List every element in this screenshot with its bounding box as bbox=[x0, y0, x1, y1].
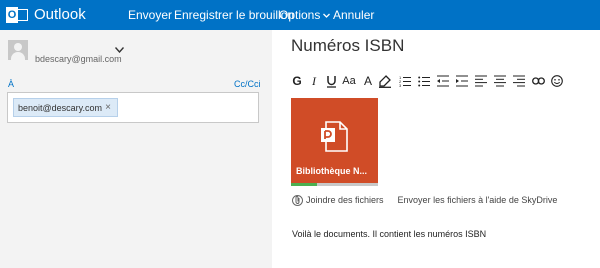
message-pane: Numéros ISBN G I Aa A 123 Bibliothèque N… bbox=[272, 30, 600, 268]
bold-icon[interactable]: G bbox=[290, 73, 304, 89]
emoji-icon[interactable] bbox=[550, 73, 564, 89]
from-account-chevron-icon[interactable] bbox=[115, 47, 124, 53]
italic-icon[interactable]: I bbox=[307, 73, 321, 89]
send-button[interactable]: Envoyer bbox=[128, 8, 172, 22]
cc-bcc-link[interactable]: Cc/Cci bbox=[234, 79, 261, 89]
to-label: À bbox=[8, 79, 15, 89]
attachment-name: Bibliothèque N... bbox=[296, 166, 367, 176]
recipient-chip[interactable]: benoit@descary.com × bbox=[13, 98, 118, 117]
paperclip-icon bbox=[292, 194, 303, 206]
upload-progress-fill bbox=[291, 183, 318, 186]
align-right-icon[interactable] bbox=[512, 73, 526, 89]
attachment-actions: Joindre des fichiers Envoyer les fichier… bbox=[292, 193, 557, 207]
increase-indent-icon[interactable] bbox=[455, 73, 469, 89]
attach-files-link[interactable]: Joindre des fichiers bbox=[306, 195, 384, 205]
numbered-list-icon[interactable]: 123 bbox=[398, 73, 412, 89]
send-via-skydrive-link[interactable]: Envoyer les fichiers à l'aide de SkyDriv… bbox=[398, 195, 558, 205]
bulleted-list-icon[interactable] bbox=[417, 73, 431, 89]
decrease-indent-icon[interactable] bbox=[436, 73, 450, 89]
highlight-icon[interactable] bbox=[378, 73, 392, 89]
align-center-icon[interactable] bbox=[493, 73, 507, 89]
link-icon[interactable] bbox=[531, 73, 545, 89]
grow-font-icon[interactable]: A bbox=[361, 73, 375, 89]
recipient-address: benoit@descary.com bbox=[18, 102, 103, 113]
avatar bbox=[8, 40, 28, 60]
chevron-down-icon bbox=[323, 13, 331, 18]
discard-button[interactable]: Annuler bbox=[333, 8, 374, 22]
upload-progress-bar bbox=[291, 183, 378, 186]
app-name: Outlook bbox=[34, 6, 86, 23]
underline-icon[interactable] bbox=[324, 73, 338, 89]
outlook-brand[interactable]: O Outlook bbox=[6, 6, 86, 24]
document-icon bbox=[321, 121, 348, 152]
outlook-logo-icon: O bbox=[6, 6, 28, 24]
message-body[interactable]: Voilà le documents. Il contient les numé… bbox=[292, 229, 486, 239]
from-email: bdescary@gmail.com bbox=[35, 54, 122, 64]
align-left-icon[interactable] bbox=[474, 73, 488, 89]
recipients-pane: bdescary@gmail.com À Cc/Cci benoit@desca… bbox=[0, 30, 272, 268]
top-bar: O Outlook Envoyer Enregistrer le brouill… bbox=[0, 0, 600, 30]
attachment-tile[interactable]: Bibliothèque N... bbox=[291, 98, 378, 183]
save-draft-button[interactable]: Enregistrer le brouillon bbox=[174, 8, 294, 22]
to-field[interactable]: benoit@descary.com × bbox=[7, 92, 259, 123]
options-label: Options bbox=[279, 8, 321, 22]
remove-recipient-icon[interactable]: × bbox=[105, 102, 111, 113]
svg-text:3: 3 bbox=[399, 83, 402, 87]
font-size-icon[interactable]: Aa bbox=[341, 73, 357, 89]
subject-field[interactable]: Numéros ISBN bbox=[291, 36, 404, 56]
options-menu[interactable]: Options bbox=[279, 8, 331, 22]
